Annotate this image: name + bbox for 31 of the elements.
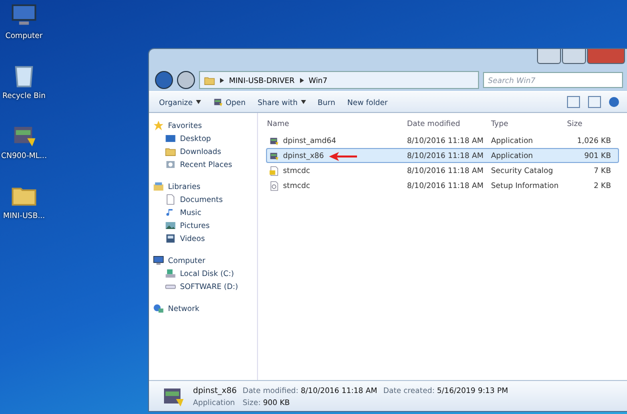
settings-file-icon — [269, 180, 279, 190]
star-icon — [153, 120, 164, 130]
arrow-icon — [329, 152, 357, 160]
help-icon[interactable] — [609, 97, 619, 107]
desktop-icon — [165, 132, 176, 144]
view-options-button[interactable] — [567, 96, 580, 108]
minimize-button[interactable] — [537, 49, 561, 64]
application-icon — [269, 150, 279, 160]
folder-icon — [165, 146, 176, 156]
picture-icon — [165, 220, 176, 230]
preview-pane-button[interactable] — [588, 96, 601, 108]
disk-drive-icon — [165, 268, 176, 278]
forward-button[interactable] — [177, 71, 195, 89]
recent-places-icon — [165, 158, 176, 170]
application-icon — [212, 97, 223, 107]
application-icon — [269, 136, 279, 146]
computer-icon — [11, 2, 37, 28]
maximize-button[interactable] — [562, 49, 586, 64]
computer-icon — [153, 254, 164, 266]
network-icon — [153, 302, 164, 314]
video-icon — [165, 232, 176, 244]
chevron-icon — [300, 78, 304, 82]
library-icon — [153, 180, 164, 192]
caret-icon — [196, 100, 201, 104]
file-name: dpinst_x86 — [193, 386, 237, 394]
caret-icon — [300, 100, 306, 104]
catalog-file-icon — [269, 166, 279, 176]
back-button[interactable] — [155, 71, 173, 89]
chevron-icon — [220, 78, 224, 82]
folder-icon — [204, 74, 215, 86]
document-icon — [165, 194, 176, 204]
